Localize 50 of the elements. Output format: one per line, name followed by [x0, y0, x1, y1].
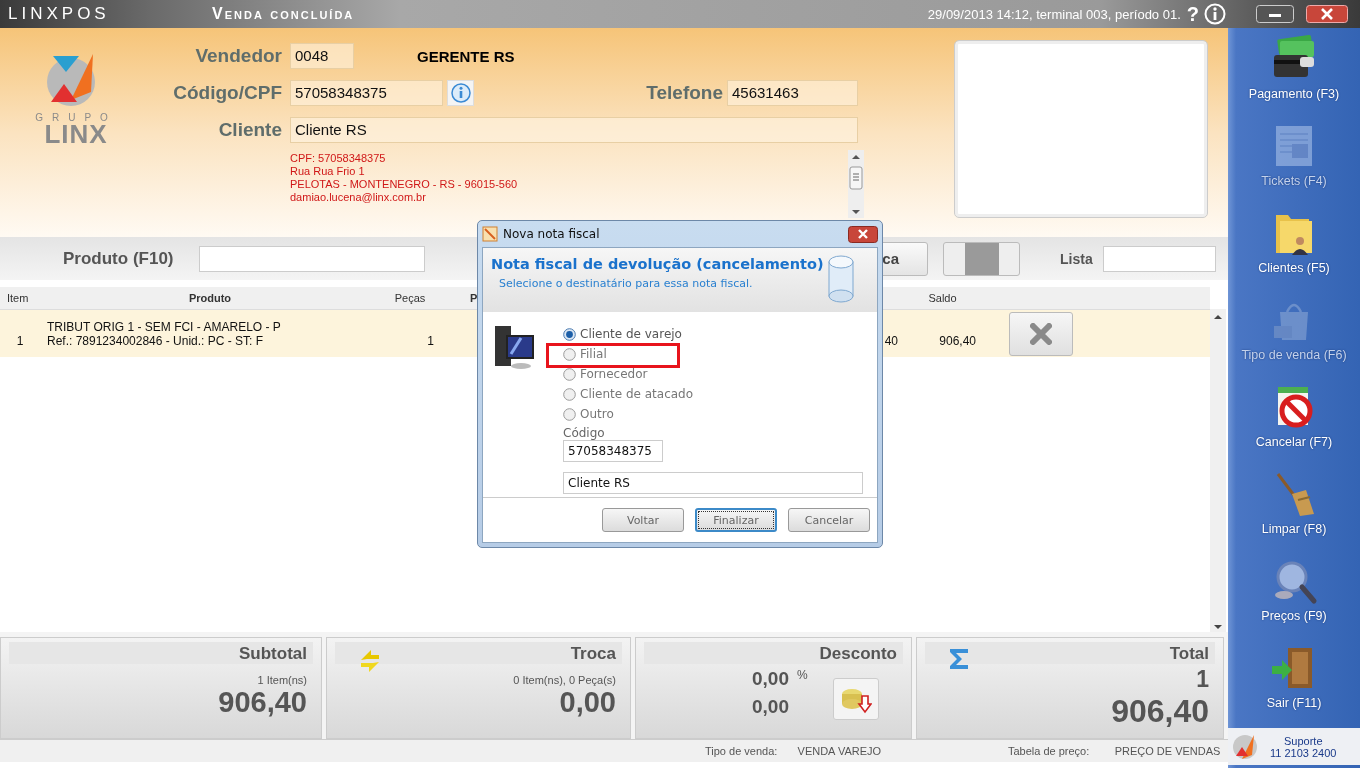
table-cell-text: Ref.: 7891234002846 - Unid.: PC - ST: F	[47, 333, 265, 348]
amount: 906,40	[217, 686, 308, 719]
amount: 906,40	[1110, 693, 1210, 730]
code-label: Código	[563, 426, 606, 440]
status-label: Tabela de preço:	[1007, 745, 1091, 757]
count-text: 1 Item(ns)	[256, 674, 308, 686]
product-label: Produto (F10)	[63, 248, 175, 269]
column-header: Peças	[393, 292, 427, 304]
field-label: Telefone	[645, 82, 723, 104]
support-label: Suporte	[1283, 734, 1323, 747]
dialog-subtitle: Selecione o destinatário para essa nota fiscal.	[499, 277, 754, 290]
column-header: Produto	[187, 292, 233, 304]
discount-percent: 0,00	[752, 668, 789, 690]
card-title: Troca	[335, 642, 622, 664]
seller-name: GERENTE RS	[417, 47, 515, 65]
detail-line: Rua Rua Frio 1	[290, 165, 366, 178]
dialog-heading: Nota fiscal de devolução (cancelamento)	[491, 256, 825, 272]
status-value: PREÇO DE VENDAS	[1114, 745, 1222, 757]
table-cell-text: 1	[426, 332, 435, 348]
support-phone: 11 2103 2400	[1270, 746, 1337, 759]
list-label: Lista	[1060, 250, 1094, 267]
card-title: Desconto	[644, 642, 903, 664]
table-cell-text: 40	[883, 332, 899, 348]
screen-title: Venda concluída	[212, 5, 355, 23]
column-header: Saldo	[927, 292, 958, 304]
app-name: LINXPOS	[8, 4, 111, 24]
detail-line: PELOTAS - MONTENEGRO - RS - 96015-560	[290, 178, 519, 191]
amount: 0,00	[558, 686, 617, 719]
card-title: Total	[925, 642, 1215, 664]
logo-tagline: GRUPO	[35, 112, 117, 123]
status-label: Tipo de venda:	[705, 745, 779, 757]
table-cell-text: 1	[15, 332, 25, 348]
logo-name: LINX	[44, 123, 108, 145]
status-value: VENDA VAREJO	[797, 745, 883, 757]
count-text: 0 Item(ns), 0 Peça(s)	[512, 674, 617, 686]
dialog-title: Nova nota fiscal	[503, 227, 600, 241]
discount-value: 0,00	[752, 696, 789, 718]
detail-line: CPF: 57058348375	[290, 152, 387, 165]
item-count: 1	[1195, 666, 1210, 693]
column-header: Item	[6, 292, 30, 304]
detail-line: damiao.lucena@linx.com.br	[290, 191, 427, 204]
table-cell-text: TRIBUT ORIG 1 - SEM FCI - AMARELO - P	[47, 319, 282, 334]
field-label: Vendedor	[194, 45, 282, 67]
table-cell-text: 906,40	[938, 332, 977, 348]
field-label: Cliente	[217, 119, 282, 141]
percent-sign: %	[797, 668, 807, 682]
session-info: 29/09/2013 14:12, terminal 003, período 01.	[927, 6, 1181, 22]
field-label: Código/CPF	[172, 82, 282, 104]
column-header: P	[469, 292, 479, 304]
card-title: Subtotal	[9, 642, 313, 664]
